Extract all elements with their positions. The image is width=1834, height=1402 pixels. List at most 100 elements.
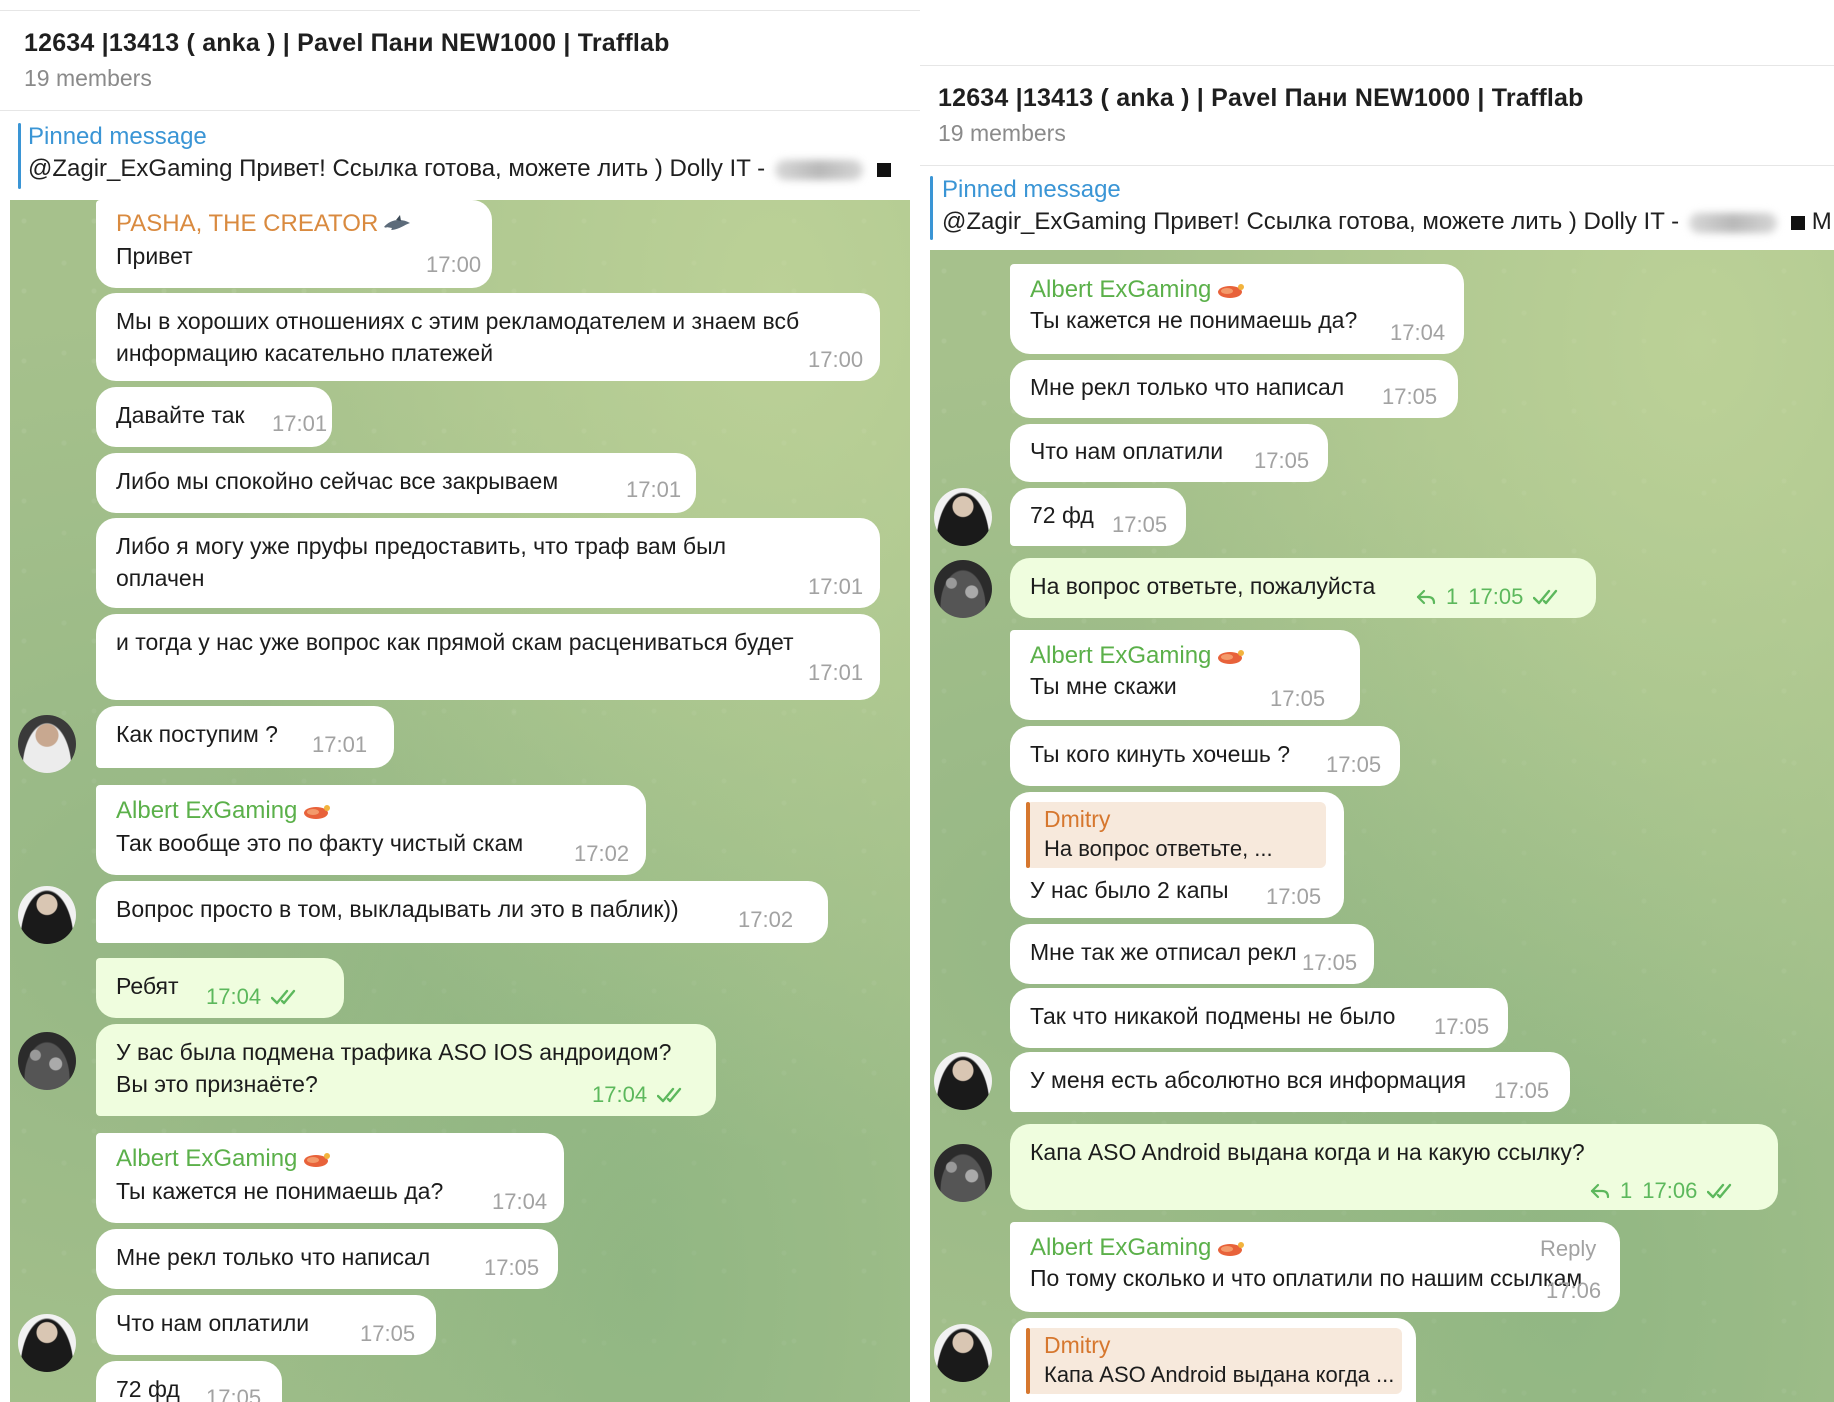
user-avatar[interactable] (934, 1052, 992, 1110)
message-time: 17:05 (1270, 686, 1326, 711)
message-text: Либо я могу уже пруфы предоставить, что … (116, 533, 727, 591)
message-bubble[interactable]: Что нам оплатили 17:05 (1010, 424, 1328, 482)
user-avatar[interactable] (18, 715, 76, 773)
message-time: 17:05 (1326, 752, 1382, 777)
pinned-accent-bar (930, 176, 933, 240)
message-time: 17:00 (426, 252, 482, 277)
message-bubble[interactable]: Ребят 17:04 (96, 958, 344, 1018)
message-bubble[interactable]: и тогда у нас уже вопрос как прямой скам… (96, 614, 880, 700)
message-time: 17:01 (808, 574, 864, 599)
message-time: 17:05 (1434, 1014, 1490, 1039)
quoted-reply[interactable]: Dmitry На вопрос ответьте, ... (1026, 802, 1326, 868)
double-check-icon (271, 988, 301, 1006)
pinned-text: @Zagir_ExGaming Привет! Ссылка готова, м… (28, 155, 766, 182)
message-text: Привет (116, 243, 193, 269)
message-bubble[interactable]: Ты кого кинуть хочешь ? 17:05 (1010, 726, 1400, 786)
message-text: Мы в хороших отношениях с этим рекламода… (116, 308, 800, 366)
message-bubble[interactable]: У меня есть абсолютно вся информация 17:… (1010, 1052, 1570, 1112)
pinned-text-row: @Zagir_ExGaming Привет! Ссылка готова, м… (28, 155, 892, 183)
message-bubble[interactable]: Мне так же отписал рекл 17:05 (1010, 924, 1374, 984)
message-time: 17:05 (206, 1385, 262, 1402)
message-bubble[interactable]: Мы в хороших отношениях с этим рекламода… (96, 293, 880, 381)
double-check-icon (1707, 1182, 1737, 1200)
message-meta: 17:04 (206, 984, 301, 1010)
message-text: У вас была подмена трафика ASO IOS андро… (116, 1039, 672, 1097)
message-bubble[interactable]: Dmitry На вопрос ответьте, ... У нас был… (1010, 792, 1344, 918)
user-avatar[interactable] (18, 886, 76, 944)
user-avatar[interactable] (18, 1032, 76, 1090)
message-time: 17:05 (1468, 584, 1524, 609)
user-avatar[interactable] (934, 488, 992, 546)
chat-messages-area[interactable]: Albert ExGaming Ты кажется не понимаешь … (930, 250, 1834, 1402)
message-time: 17:01 (272, 411, 328, 436)
message-text: На вопрос ответьте, пожалуйста (1030, 573, 1376, 599)
chat-header[interactable]: 12634 |13413 ( anka ) | Pavel Пани NEW10… (0, 10, 920, 110)
shark-icon (382, 215, 412, 235)
user-avatar[interactable] (18, 1314, 76, 1372)
sender-name: Albert ExGaming (1030, 276, 1245, 304)
message-text: Как поступим ? (116, 721, 278, 747)
message-time: 17:01 (312, 732, 368, 757)
message-time: 17:06 (1546, 1278, 1602, 1303)
pinned-label: Pinned message (28, 123, 207, 150)
user-avatar[interactable] (934, 1144, 992, 1202)
message-text: Либо мы спокойно сейчас все закрываем (116, 468, 559, 494)
chat-header[interactable]: 12634 |13413 ( anka ) | Pavel Пани NEW10… (920, 65, 1834, 165)
message-time: 17:05 (1254, 448, 1310, 473)
double-check-icon (657, 1086, 687, 1104)
message-text: и тогда у нас уже вопрос как прямой скам… (116, 629, 794, 655)
message-bubble[interactable]: Мне рекл только что написал 17:05 (96, 1229, 558, 1289)
message-text: По тому сколько и что оплатили по нашим … (1030, 1265, 1583, 1291)
message-bubble[interactable]: Albert ExGaming Так вообще это по факту … (96, 785, 646, 875)
message-time: 17:05 (1266, 884, 1322, 909)
message-text: Что нам оплатили (1030, 438, 1224, 464)
message-text: Ты кажется не понимаешь да? (1030, 307, 1358, 333)
message-bubble[interactable]: Dmitry Капа ASO Android выдана когда ... (1010, 1318, 1416, 1402)
message-bubble[interactable]: Albert ExGaming Ты кажется не понимаешь … (1010, 264, 1464, 354)
reply-button[interactable]: Reply (1540, 1236, 1596, 1262)
lobster-icon (1215, 647, 1245, 667)
message-bubble[interactable]: Что нам оплатили 17:05 (96, 1295, 436, 1355)
message-time: 17:01 (808, 660, 864, 685)
pinned-text: @Zagir_ExGaming Привет! Ссылка готова, м… (942, 208, 1680, 235)
pinned-label: Pinned message (942, 176, 1121, 203)
quoted-reply[interactable]: Dmitry Капа ASO Android выдана когда ... (1026, 1328, 1402, 1394)
message-bubble[interactable]: Albert ExGaming Reply По тому сколько и … (1010, 1222, 1620, 1312)
chat-messages-area[interactable]: PASHA, THE CREATOR Привет 17:00 Мы в хор… (10, 200, 910, 1402)
message-time: 17:04 (492, 1189, 548, 1214)
message-meta: 1 17:06 (1590, 1178, 1737, 1204)
message-time: 17:05 (484, 1255, 540, 1280)
message-text: Так вообще это по факту чистый скам (116, 830, 524, 856)
user-avatar[interactable] (934, 1324, 992, 1382)
message-time: 17:02 (574, 841, 630, 866)
message-time: 17:06 (1642, 1178, 1698, 1203)
pinned-message-bar[interactable]: Pinned message @Zagir_ExGaming Привет! С… (920, 165, 1834, 250)
quote-text: Капа ASO Android выдана когда ... (1044, 1362, 1395, 1387)
message-bubble[interactable]: Так что никакой подмены не было 17:05 (1010, 988, 1508, 1048)
pinned-accent-bar (18, 123, 21, 189)
pinned-message-bar[interactable]: Pinned message @Zagir_ExGaming Привет! С… (0, 110, 920, 200)
message-bubble[interactable]: 72 фд 17:05 (96, 1361, 282, 1402)
message-bubble[interactable]: Albert ExGaming Ты мне скажи 17:05 (1010, 630, 1360, 720)
message-bubble[interactable]: 72 фд 17:05 (1010, 488, 1186, 546)
message-bubble[interactable]: У вас была подмена трафика ASO IOS андро… (96, 1024, 716, 1116)
lobster-icon (301, 1150, 331, 1170)
message-bubble[interactable]: Как поступим ? 17:01 (96, 706, 394, 768)
message-bubble[interactable]: Давайте так 17:01 (96, 387, 332, 447)
square-icon (877, 162, 892, 177)
message-bubble[interactable]: Капа ASO Android выдана когда и на какую… (1010, 1124, 1778, 1210)
message-bubble[interactable]: Либо я могу уже пруфы предоставить, что … (96, 518, 880, 608)
quote-author: Dmitry (1044, 806, 1111, 832)
message-bubble[interactable]: Вопрос просто в том, выкладывать ли это … (96, 881, 828, 943)
message-bubble[interactable]: На вопрос ответьте, пожалуйста 1 17:05 (1010, 558, 1596, 618)
user-avatar[interactable] (934, 560, 992, 618)
message-bubble[interactable]: Либо мы спокойно сейчас все закрываем 17… (96, 453, 696, 513)
sender-name: Albert ExGaming (116, 1145, 331, 1173)
sender-name: PASHA, THE CREATOR (116, 210, 412, 238)
sender-name: Albert ExGaming (1030, 642, 1245, 670)
blurred-text (1689, 212, 1778, 233)
message-bubble[interactable]: Albert ExGaming Ты кажется не понимаешь … (96, 1133, 564, 1223)
message-bubble[interactable]: PASHA, THE CREATOR Привет 17:00 (96, 200, 492, 288)
message-bubble[interactable]: Мне рекл только что написал 17:05 (1010, 360, 1458, 418)
message-time: 17:05 (1382, 384, 1438, 409)
